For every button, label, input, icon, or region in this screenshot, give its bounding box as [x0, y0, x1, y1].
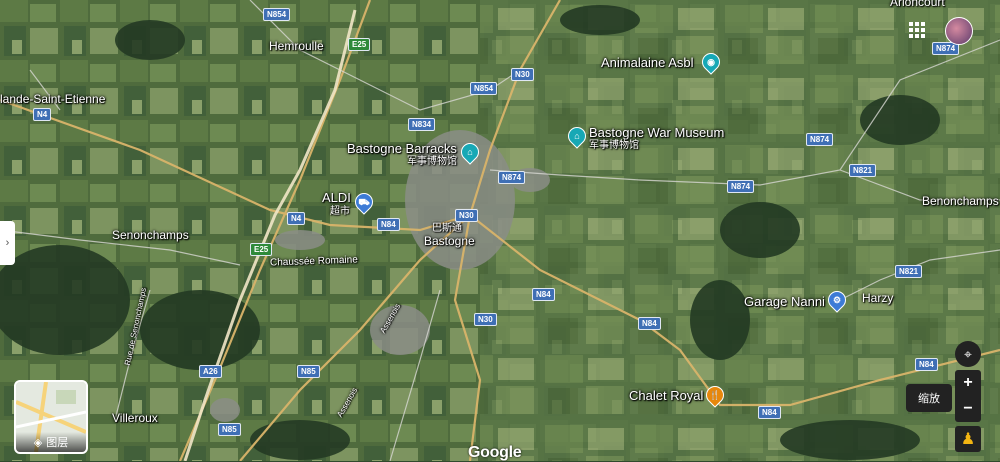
place-villeroux: Villeroux [112, 411, 158, 425]
road-shield-n30-mid: N30 [455, 209, 478, 222]
road-shield-n85-a: N85 [297, 365, 320, 378]
zoom-in-icon: + [963, 374, 973, 391]
road-shield-n834: N834 [408, 118, 436, 131]
my-location-icon: ⌖ [964, 345, 972, 362]
my-location-button[interactable]: ⌖ [955, 341, 981, 367]
street-view-pegman-button[interactable]: ♟ [955, 426, 981, 452]
road-shield-n84-d: N84 [915, 358, 938, 371]
poi-barracks-cn: 军事博物馆 [407, 156, 457, 167]
road-shield-n4-left: N4 [33, 108, 52, 121]
zoom-out-icon: − [963, 400, 973, 417]
zoom-out-button[interactable]: − [955, 396, 981, 422]
poi-aldi-label[interactable]: ALDI [322, 191, 351, 204]
place-bastogne: Bastogne [424, 234, 475, 248]
layers-icon: ◈ [33, 436, 43, 449]
zoom-in-button[interactable]: + [955, 370, 981, 396]
road-shield-n874-a: N874 [498, 171, 526, 184]
place-harzy: Harzy [862, 291, 894, 305]
road-shield-n4-mid: N4 [287, 212, 306, 225]
side-panel-toggle-button[interactable]: › [0, 221, 15, 265]
google-logo: Google [468, 444, 522, 461]
account-avatar[interactable] [945, 17, 973, 45]
poi-war-museum-label[interactable]: Bastogne War Museum [589, 126, 724, 139]
place-senonchamps: Senonchamps [112, 228, 189, 242]
poi-barracks-label[interactable]: Bastogne Barracks [347, 142, 457, 155]
road-shield-n84-e: N84 [758, 406, 781, 419]
poi-garage-label[interactable]: Garage Nanni [744, 295, 825, 308]
layers-button[interactable]: ◈ 图层 [14, 380, 88, 454]
road-shield-n30-low: N30 [474, 313, 497, 326]
place-hemroulle: Hemroulle [269, 39, 324, 53]
road-shield-n84-a: N84 [377, 218, 400, 231]
road-shield-n821-a: N821 [849, 164, 877, 177]
poi-chalet-label[interactable]: Chalet Royal [629, 389, 703, 402]
road-shield-n821-b: N821 [895, 265, 923, 278]
zoom-tooltip: 缩放 [906, 384, 952, 412]
place-arloncourt: Arloncourt [890, 0, 945, 9]
pegman-icon: ♟ [960, 431, 976, 448]
chevron-right-icon: › [5, 237, 10, 249]
road-shield-n874-b: N874 [806, 133, 834, 146]
road-shield-n874-c: N874 [727, 180, 755, 193]
road-shield-e25-mid: E25 [250, 243, 273, 256]
poi-aldi-cn: 超市 [330, 206, 350, 217]
zoom-tooltip-label: 缩放 [918, 393, 940, 405]
road-shield-n30-top: N30 [511, 68, 534, 81]
poi-animalaine-label[interactable]: Animalaine Asbl [601, 56, 694, 69]
road-shield-a26: A26 [199, 365, 222, 378]
road-shield-n84-b: N84 [532, 288, 555, 301]
layers-label: 图层 [46, 437, 69, 449]
place-benonchamps: Benonchamps [922, 194, 999, 208]
road-shield-n854-mid: N854 [470, 82, 498, 95]
road-shield-n84-c: N84 [638, 317, 661, 330]
place-mande-saint-etienne: lande-Saint-Etienne [0, 92, 106, 106]
poi-war-museum-cn: 军事博物馆 [589, 140, 639, 151]
apps-grid-icon[interactable] [909, 22, 925, 38]
road-shield-n854-top: N854 [263, 8, 291, 21]
road-shield-n85-b: N85 [218, 423, 241, 436]
road-shield-e25-top: E25 [348, 38, 371, 51]
